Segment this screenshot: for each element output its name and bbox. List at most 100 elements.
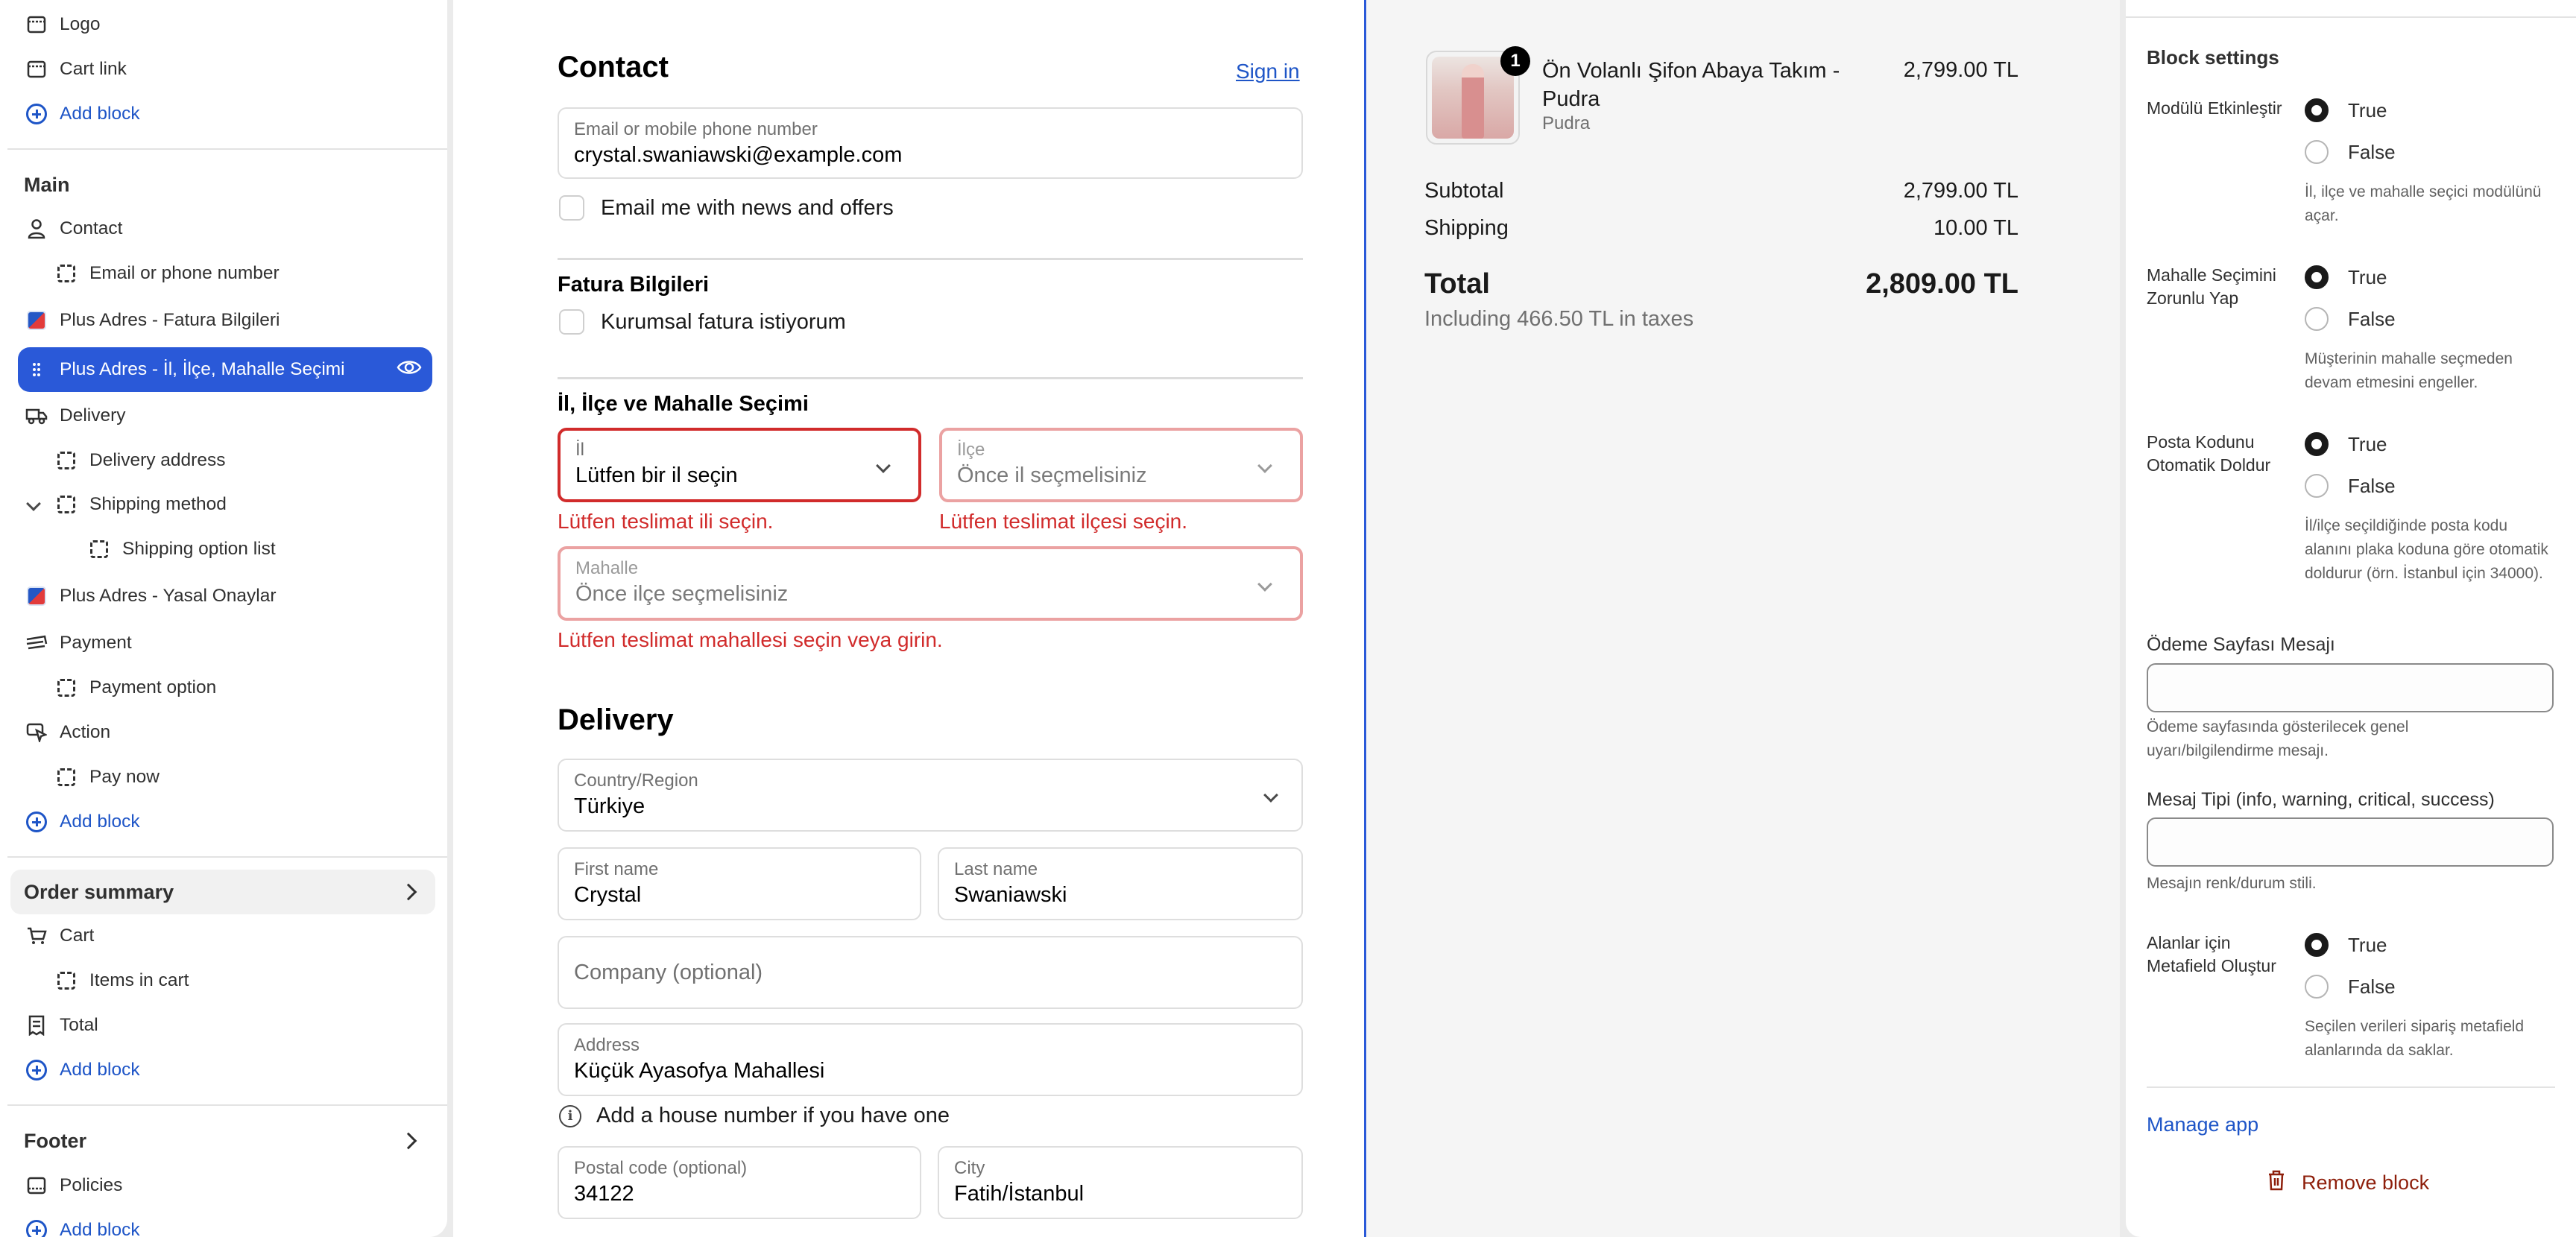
last-name-value: Swaniawski xyxy=(954,883,1067,907)
sidebar-item-items-in-cart[interactable]: Items in cart xyxy=(18,960,435,1002)
sidebar-item-email-phone[interactable]: Email or phone number xyxy=(18,253,435,294)
city-field[interactable]: City Fatih/İstanbul xyxy=(938,1146,1303,1219)
total-value: 2,809.00 TL xyxy=(1866,268,2018,300)
chevron-right-icon xyxy=(400,1132,417,1150)
sidebar-item-label: Shipping option list xyxy=(122,539,276,559)
ilce-select-label: İlçe xyxy=(957,440,985,460)
sidebar-item-plus-adres-il-ilce[interactable]: Plus Adres - İl, İlçe, Mahalle Seçimi xyxy=(18,347,432,392)
address-value: Küçük Ayasofya Mahallesi xyxy=(574,1059,825,1083)
corporate-invoice-checkbox[interactable] xyxy=(559,309,584,335)
add-block-button[interactable]: Add block xyxy=(18,1209,435,1237)
house-number-hint-text: Add a house number if you have one xyxy=(596,1104,950,1127)
chevron-down-icon[interactable] xyxy=(26,496,41,511)
product-thumbnail: 1 xyxy=(1426,46,1530,145)
add-circle-icon xyxy=(25,1219,48,1237)
postal-autofill-true[interactable]: True xyxy=(2305,432,2387,456)
sidebar-item-contact[interactable]: Contact xyxy=(18,208,435,250)
last-name-field[interactable]: Last name Swaniawski xyxy=(938,847,1303,920)
add-block-button[interactable]: Add block xyxy=(18,1049,435,1091)
sidebar-item-shipping-method[interactable]: Shipping method xyxy=(18,484,435,525)
radio-label: True xyxy=(2348,98,2387,121)
section-divider xyxy=(7,1104,447,1106)
order-summary-group[interactable]: Order summary xyxy=(10,870,435,914)
radio-checked[interactable] xyxy=(2305,933,2329,957)
news-checkbox[interactable] xyxy=(559,195,584,221)
shipping-value: 10.00 TL xyxy=(1933,216,2018,240)
chevron-right-icon xyxy=(400,883,417,901)
sidebar-item-shipping-option-list[interactable]: Shipping option list xyxy=(18,528,435,570)
radio-checked[interactable] xyxy=(2305,98,2329,122)
mahalle-required-true[interactable]: True xyxy=(2305,265,2387,289)
metafield-true[interactable]: True xyxy=(2305,933,2387,957)
add-circle-icon xyxy=(25,103,48,125)
radio-checked[interactable] xyxy=(2305,432,2329,456)
news-checkbox-row[interactable]: Email me with news and offers xyxy=(559,195,894,221)
sidebar-item-payment[interactable]: Payment xyxy=(18,622,435,664)
country-select[interactable]: Country/Region Türkiye xyxy=(558,759,1303,832)
radio-unchecked[interactable] xyxy=(2305,474,2329,498)
panel-top-divider xyxy=(2126,16,2576,18)
company-field[interactable]: Company (optional) xyxy=(558,936,1303,1009)
total-label: Total xyxy=(1424,268,1490,300)
radio-unchecked[interactable] xyxy=(2305,307,2329,331)
mahalle-select-label: Mahalle xyxy=(575,558,639,578)
sidebar-item-policies[interactable]: Policies xyxy=(18,1165,435,1206)
metafield-false[interactable]: False xyxy=(2305,975,2396,999)
manage-app-link[interactable]: Manage app xyxy=(2147,1113,2258,1136)
first-name-field[interactable]: First name Crystal xyxy=(558,847,921,920)
il-select[interactable]: İl Lütfen bir il seçin xyxy=(558,428,921,502)
sidebar-item-total[interactable]: Total xyxy=(18,1005,435,1046)
sidebar-item-plus-adres-fatura[interactable]: Plus Adres - Fatura Bilgileri xyxy=(18,300,435,341)
sidebar-item-action[interactable]: Action xyxy=(18,712,435,753)
subtotal-label: Subtotal xyxy=(1424,179,1504,203)
sidebar-item-delivery-address[interactable]: Delivery address xyxy=(18,440,435,481)
app-icon xyxy=(25,585,48,607)
address-field[interactable]: Address Küçük Ayasofya Mahallesi xyxy=(558,1023,1303,1096)
ilce-select-value: Önce il seçmelisiniz xyxy=(957,464,1147,487)
postal-code-field[interactable]: Postal code (optional) 34122 xyxy=(558,1146,921,1219)
add-block-button[interactable]: Add block xyxy=(18,801,435,843)
add-circle-icon xyxy=(25,811,48,833)
remove-block-button[interactable]: Remove block xyxy=(2267,1170,2429,1196)
sidebar-item-cart[interactable]: Cart xyxy=(18,915,435,957)
module-enable-false[interactable]: False xyxy=(2305,140,2396,164)
sidebar-item-label: Delivery xyxy=(60,405,126,425)
mahalle-required-false[interactable]: False xyxy=(2305,307,2396,331)
add-block-button[interactable]: Add block xyxy=(18,93,435,135)
order-summary-panel: 1 Ön Volanlı Şifon Abaya Takım - Pudra P… xyxy=(1364,0,2120,1237)
radio-unchecked[interactable] xyxy=(2305,975,2329,999)
ilce-select[interactable]: İlçe Önce il seçmelisiniz xyxy=(939,428,1303,502)
cash-icon xyxy=(25,632,48,654)
chevron-down-icon xyxy=(1263,788,1278,803)
mahalle-select[interactable]: Mahalle Önce ilçe seçmelisiniz xyxy=(558,546,1303,621)
dashed-square-icon xyxy=(55,449,78,472)
checkout-message-input[interactable] xyxy=(2147,663,2554,712)
header-block-icon xyxy=(25,58,48,80)
contact-heading: Contact xyxy=(558,51,669,83)
block-settings-title: Block settings xyxy=(2147,46,2279,69)
block-settings-panel: Block settings Modülü Etkinleştir True F… xyxy=(2126,0,2576,1237)
sign-in-link[interactable]: Sign in xyxy=(1236,60,1300,83)
radio-unchecked[interactable] xyxy=(2305,140,2329,164)
sidebar-item-pay-now[interactable]: Pay now xyxy=(18,756,435,798)
address-label: Address xyxy=(574,1035,640,1055)
postal-autofill-false[interactable]: False xyxy=(2305,474,2396,498)
drag-handle-icon[interactable] xyxy=(25,358,48,381)
sidebar-item-cart-link[interactable]: Cart link xyxy=(18,48,435,90)
quantity-badge: 1 xyxy=(1500,46,1530,76)
footer-group[interactable]: Footer xyxy=(10,1119,435,1163)
chevron-down-icon xyxy=(1257,458,1272,473)
email-field[interactable]: Email or mobile phone number crystal.swa… xyxy=(558,107,1303,179)
mahalle-required-label: Mahalle Seçimini Zorunlu Yap xyxy=(2147,265,2276,308)
sidebar-item-delivery[interactable]: Delivery xyxy=(18,395,435,437)
sidebar-item-logo[interactable]: Logo xyxy=(18,4,435,45)
eye-icon[interactable] xyxy=(397,358,422,382)
sidebar-item-plus-adres-yasal[interactable]: Plus Adres - Yasal Onaylar xyxy=(18,575,435,617)
city-value: Fatih/İstanbul xyxy=(954,1182,1085,1206)
radio-checked[interactable] xyxy=(2305,265,2329,289)
module-enable-true[interactable]: True xyxy=(2305,98,2387,122)
message-type-input[interactable] xyxy=(2147,817,2554,867)
sidebar-item-label: Items in cart xyxy=(89,970,189,990)
corporate-invoice-row[interactable]: Kurumsal fatura istiyorum xyxy=(559,309,846,335)
sidebar-item-payment-option[interactable]: Payment option xyxy=(18,667,435,709)
